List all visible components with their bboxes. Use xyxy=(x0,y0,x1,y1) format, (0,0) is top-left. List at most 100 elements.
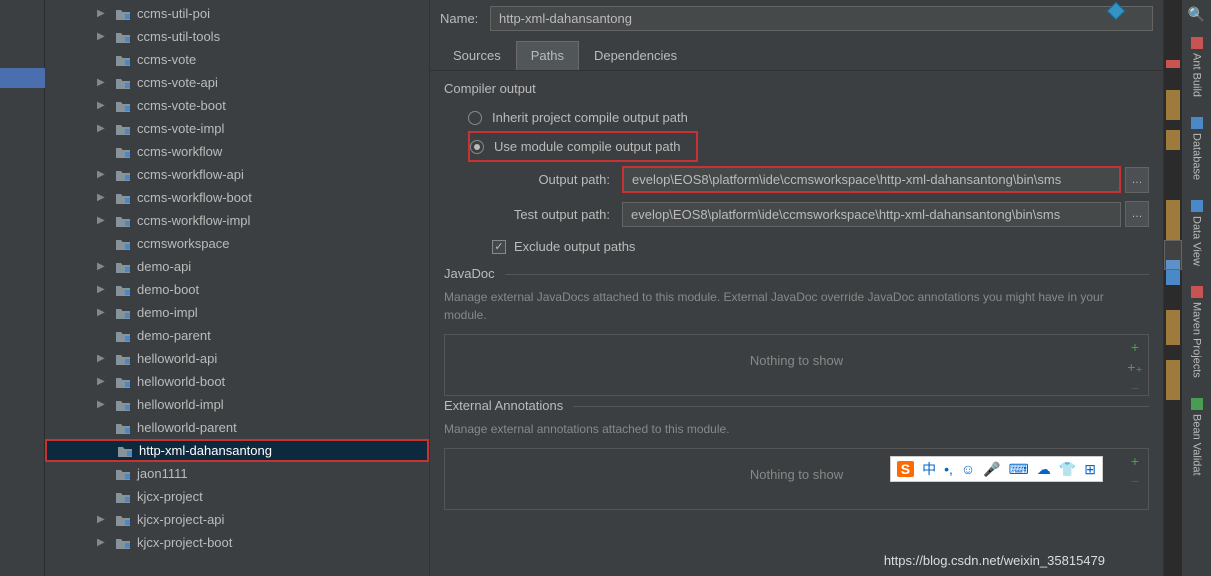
tree-item-helloworld-api[interactable]: ▶ helloworld-api xyxy=(45,347,429,370)
tree-item-demo-parent[interactable]: ▶ demo-parent xyxy=(45,324,429,347)
expand-arrow-icon[interactable]: ▶ xyxy=(97,307,109,318)
folder-icon xyxy=(115,375,131,389)
folder-icon xyxy=(115,7,131,21)
tree-item-ccms-vote-boot[interactable]: ▶ ccms-vote-boot xyxy=(45,94,429,117)
ime-item[interactable]: 👕 xyxy=(1059,461,1076,478)
ime-item[interactable]: 中 xyxy=(922,459,936,479)
tree-item-ccms-workflow[interactable]: ▶ ccms-workflow xyxy=(45,140,429,163)
tree-item-label: kjcx-project xyxy=(137,489,203,504)
name-label: Name: xyxy=(440,11,490,26)
tree-item-ccms-vote-impl[interactable]: ▶ ccms-vote-impl xyxy=(45,117,429,140)
folder-icon xyxy=(115,536,131,550)
tree-item-ccms-util-poi[interactable]: ▶ ccms-util-poi xyxy=(45,2,429,25)
radio-use-module-row[interactable]: Use module compile output path xyxy=(468,131,698,162)
module-name-input[interactable] xyxy=(490,6,1153,31)
output-path-input[interactable]: evelop\EOS8\platform\ide\ccmsworkspace\h… xyxy=(622,166,1121,193)
tree-item-ccms-util-tools[interactable]: ▶ ccms-util-tools xyxy=(45,25,429,48)
folder-icon xyxy=(115,99,131,113)
folder-icon xyxy=(115,191,131,205)
left-gutter xyxy=(0,0,45,576)
sync-icon[interactable] xyxy=(1103,0,1133,24)
tree-item-label: ccms-workflow xyxy=(137,144,222,159)
tree-item-ccms-vote-api[interactable]: ▶ ccms-vote-api xyxy=(45,71,429,94)
tree-item-label: helloworld-api xyxy=(137,351,217,366)
tree-item-kjcx-project-api[interactable]: ▶ kjcx-project-api xyxy=(45,508,429,531)
folder-icon xyxy=(115,467,131,481)
ime-item[interactable]: ☁ xyxy=(1037,461,1051,478)
folder-icon xyxy=(115,329,131,343)
expand-arrow-icon[interactable]: ▶ xyxy=(97,192,109,203)
tree-item-ccms-workflow-api[interactable]: ▶ ccms-workflow-api xyxy=(45,163,429,186)
tree-item-jaon1111[interactable]: ▶ jaon1111 xyxy=(45,462,429,485)
expand-arrow-icon[interactable]: ▶ xyxy=(97,514,109,525)
ime-item[interactable]: •, xyxy=(944,461,953,477)
tab-dependencies[interactable]: Dependencies xyxy=(579,41,692,70)
right-toolbar: 🔍 Ant BuildDatabaseData ViewMaven Projec… xyxy=(1181,0,1211,576)
tab-paths[interactable]: Paths xyxy=(516,41,579,70)
annotations-remove-icon: − xyxy=(1126,473,1144,489)
error-stripe[interactable] xyxy=(1163,0,1181,576)
folder-icon xyxy=(115,421,131,435)
radio-use-module[interactable] xyxy=(470,140,484,154)
tree-item-ccms-vote[interactable]: ▶ ccms-vote xyxy=(45,48,429,71)
search-icon[interactable]: 🔍 xyxy=(1188,6,1205,23)
tree-item-ccms-workflow-impl[interactable]: ▶ ccms-workflow-impl xyxy=(45,209,429,232)
tree-item-label: jaon1111 xyxy=(137,466,188,481)
radio-inherit-row[interactable]: Inherit project compile output path xyxy=(468,104,1149,131)
tree-item-ccmsworkspace[interactable]: ▶ ccmsworkspace xyxy=(45,232,429,255)
tree-item-label: ccms-workflow-impl xyxy=(137,213,250,228)
sogou-icon[interactable]: S xyxy=(897,461,914,477)
tree-item-demo-impl[interactable]: ▶ demo-impl xyxy=(45,301,429,324)
right-tab-data-view[interactable]: Data View xyxy=(1189,190,1205,276)
ime-item[interactable]: ⊞ xyxy=(1084,461,1096,478)
expand-arrow-icon[interactable]: ▶ xyxy=(97,100,109,111)
annotations-add-icon[interactable]: + xyxy=(1126,453,1144,469)
tree-item-demo-api[interactable]: ▶ demo-api xyxy=(45,255,429,278)
expand-arrow-icon[interactable]: ▶ xyxy=(97,123,109,134)
expand-arrow-icon[interactable]: ▶ xyxy=(97,376,109,387)
tree-item-label: ccms-workflow-boot xyxy=(137,190,252,205)
expand-arrow-icon[interactable]: ▶ xyxy=(97,261,109,272)
folder-icon xyxy=(115,122,131,136)
tree-item-helloworld-parent[interactable]: ▶ helloworld-parent xyxy=(45,416,429,439)
ime-item[interactable]: 🎤 xyxy=(983,461,1000,478)
expand-arrow-icon[interactable]: ▶ xyxy=(97,537,109,548)
folder-icon xyxy=(115,237,131,251)
radio-inherit[interactable] xyxy=(468,111,482,125)
expand-arrow-icon[interactable]: ▶ xyxy=(97,8,109,19)
right-tab-bean-validat[interactable]: Bean Validat xyxy=(1189,388,1205,486)
tree-item-http-xml-dahansantong[interactable]: ▶ http-xml-dahansantong xyxy=(45,439,429,462)
ime-item[interactable]: ☺ xyxy=(961,461,975,477)
expand-arrow-icon[interactable]: ▶ xyxy=(97,169,109,180)
output-path-browse[interactable]: … xyxy=(1125,167,1149,193)
tree-item-label: demo-parent xyxy=(137,328,211,343)
tab-sources[interactable]: Sources xyxy=(438,41,516,70)
ime-toolbar[interactable]: S 中 •, ☺ 🎤 ⌨ ☁ 👕 ⊞ xyxy=(890,456,1103,482)
folder-icon xyxy=(115,53,131,67)
test-output-browse[interactable]: … xyxy=(1125,201,1149,227)
right-tab-database[interactable]: Database xyxy=(1189,107,1205,190)
exclude-checkbox[interactable]: ✓ xyxy=(492,240,506,254)
javadoc-add-icon[interactable]: + xyxy=(1126,339,1144,355)
radio-inherit-label: Inherit project compile output path xyxy=(492,110,688,125)
ime-item[interactable]: ⌨ xyxy=(1009,461,1029,478)
exclude-paths-row[interactable]: ✓ Exclude output paths xyxy=(444,231,1149,254)
expand-arrow-icon[interactable]: ▶ xyxy=(97,215,109,226)
module-tree[interactable]: ▶ ccms-util-poi ▶ ccms-util-tools ▶ ccms… xyxy=(45,0,430,576)
javadoc-add-alt-icon[interactable]: +₊ xyxy=(1126,359,1144,376)
expand-arrow-icon[interactable]: ▶ xyxy=(97,353,109,364)
output-path-label: Output path: xyxy=(492,172,622,187)
tree-item-demo-boot[interactable]: ▶ demo-boot xyxy=(45,278,429,301)
tree-item-helloworld-impl[interactable]: ▶ helloworld-impl xyxy=(45,393,429,416)
expand-arrow-icon[interactable]: ▶ xyxy=(97,399,109,410)
expand-arrow-icon[interactable]: ▶ xyxy=(97,77,109,88)
expand-arrow-icon[interactable]: ▶ xyxy=(97,284,109,295)
tree-item-ccms-workflow-boot[interactable]: ▶ ccms-workflow-boot xyxy=(45,186,429,209)
right-tab-maven-projects[interactable]: Maven Projects xyxy=(1189,276,1205,388)
tree-item-kjcx-project[interactable]: ▶ kjcx-project xyxy=(45,485,429,508)
tree-item-helloworld-boot[interactable]: ▶ helloworld-boot xyxy=(45,370,429,393)
right-tab-ant-build[interactable]: Ant Build xyxy=(1189,27,1205,107)
test-output-input[interactable]: evelop\EOS8\platform\ide\ccmsworkspace\h… xyxy=(622,202,1121,227)
tree-item-kjcx-project-boot[interactable]: ▶ kjcx-project-boot xyxy=(45,531,429,554)
expand-arrow-icon[interactable]: ▶ xyxy=(97,31,109,42)
